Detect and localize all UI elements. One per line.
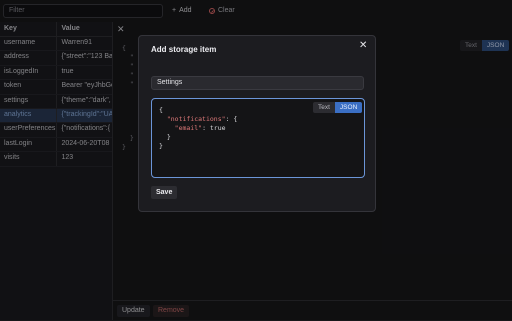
code-text: : true (202, 124, 226, 132)
editor-json-tab[interactable]: JSON (334, 102, 363, 113)
editor-code[interactable]: { "notifications": { "email": true } } (159, 106, 237, 151)
item-name-input[interactable]: Settings (151, 76, 364, 90)
code-key: "email" (174, 124, 203, 132)
save-button[interactable]: Save (151, 186, 178, 199)
value-editor[interactable]: Text JSON { "notifications": { "email": … (151, 98, 365, 178)
code-line: { (159, 106, 163, 114)
code-key: "notifications" (166, 115, 226, 123)
modal-title: Add storage item (151, 45, 217, 54)
add-storage-modal: Add storage item ✕ Settings Text JSON { … (138, 35, 376, 212)
modal-close-icon[interactable]: ✕ (359, 40, 367, 51)
code-text: : { (225, 115, 238, 123)
editor-text-tab[interactable]: Text (313, 102, 335, 113)
code-line: } (159, 133, 171, 141)
editor-format-toggle: Text JSON (313, 102, 363, 113)
code-line: } (159, 142, 163, 150)
